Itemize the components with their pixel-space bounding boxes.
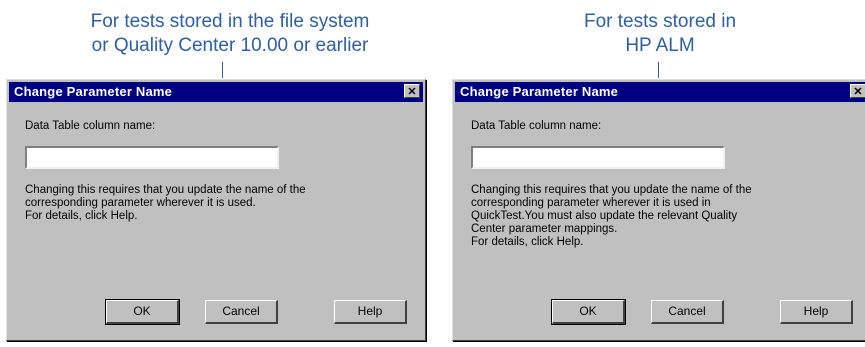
description-text: Changing this requires that you update t…	[25, 184, 306, 223]
ok-button[interactable]: OK	[105, 299, 180, 325]
description-line: For details, click Help.	[471, 236, 584, 248]
change-parameter-dialog-left: Change Parameter Name ✕ Data Table colum…	[6, 79, 426, 341]
right-caption-pointer	[658, 62, 659, 78]
dialog-titlebar[interactable]: Change Parameter Name ✕	[9, 82, 423, 102]
dialog-title: Change Parameter Name	[14, 84, 173, 99]
right-caption: For tests stored in HP ALM	[500, 10, 820, 58]
column-name-input[interactable]	[25, 146, 279, 169]
left-caption-pointer	[222, 62, 223, 78]
description-line: corresponding parameter wherever it is u…	[471, 197, 711, 209]
left-caption-line-1: For tests stored in the file system	[90, 11, 370, 32]
cancel-button[interactable]: Cancel	[205, 300, 278, 324]
right-caption-line-2: HP ALM	[625, 35, 695, 56]
dialog-titlebar[interactable]: Change Parameter Name ✕	[455, 82, 865, 102]
change-parameter-dialog-right: Change Parameter Name ✕ Data Table colum…	[452, 79, 865, 341]
ok-button[interactable]: OK	[551, 299, 626, 325]
column-name-label: Data Table column name:	[25, 120, 156, 132]
help-button[interactable]: Help	[780, 300, 853, 324]
description-line: Changing this requires that you update t…	[25, 184, 306, 196]
description-line: For details, click Help.	[25, 210, 138, 222]
close-button[interactable]: ✕	[404, 84, 420, 98]
close-button[interactable]: ✕	[850, 84, 865, 98]
left-caption: For tests stored in the file system or Q…	[20, 10, 440, 58]
description-line: Center parameter mappings.	[471, 223, 618, 235]
description-line: Changing this requires that you update t…	[471, 184, 752, 196]
close-icon: ✕	[407, 86, 417, 98]
close-icon: ✕	[853, 86, 863, 98]
description-line: corresponding parameter wherever it is u…	[25, 197, 256, 209]
description-text: Changing this requires that you update t…	[471, 184, 752, 249]
cancel-button[interactable]: Cancel	[651, 300, 724, 324]
right-caption-line-1: For tests stored in	[583, 11, 737, 32]
description-line: QuickTest.You must also update the relev…	[471, 210, 738, 222]
dialog-title: Change Parameter Name	[460, 84, 619, 99]
help-button[interactable]: Help	[334, 300, 407, 324]
column-name-input[interactable]	[471, 146, 725, 169]
column-name-label: Data Table column name:	[471, 120, 602, 132]
left-caption-line-2: or Quality Center 10.00 or earlier	[91, 35, 369, 56]
